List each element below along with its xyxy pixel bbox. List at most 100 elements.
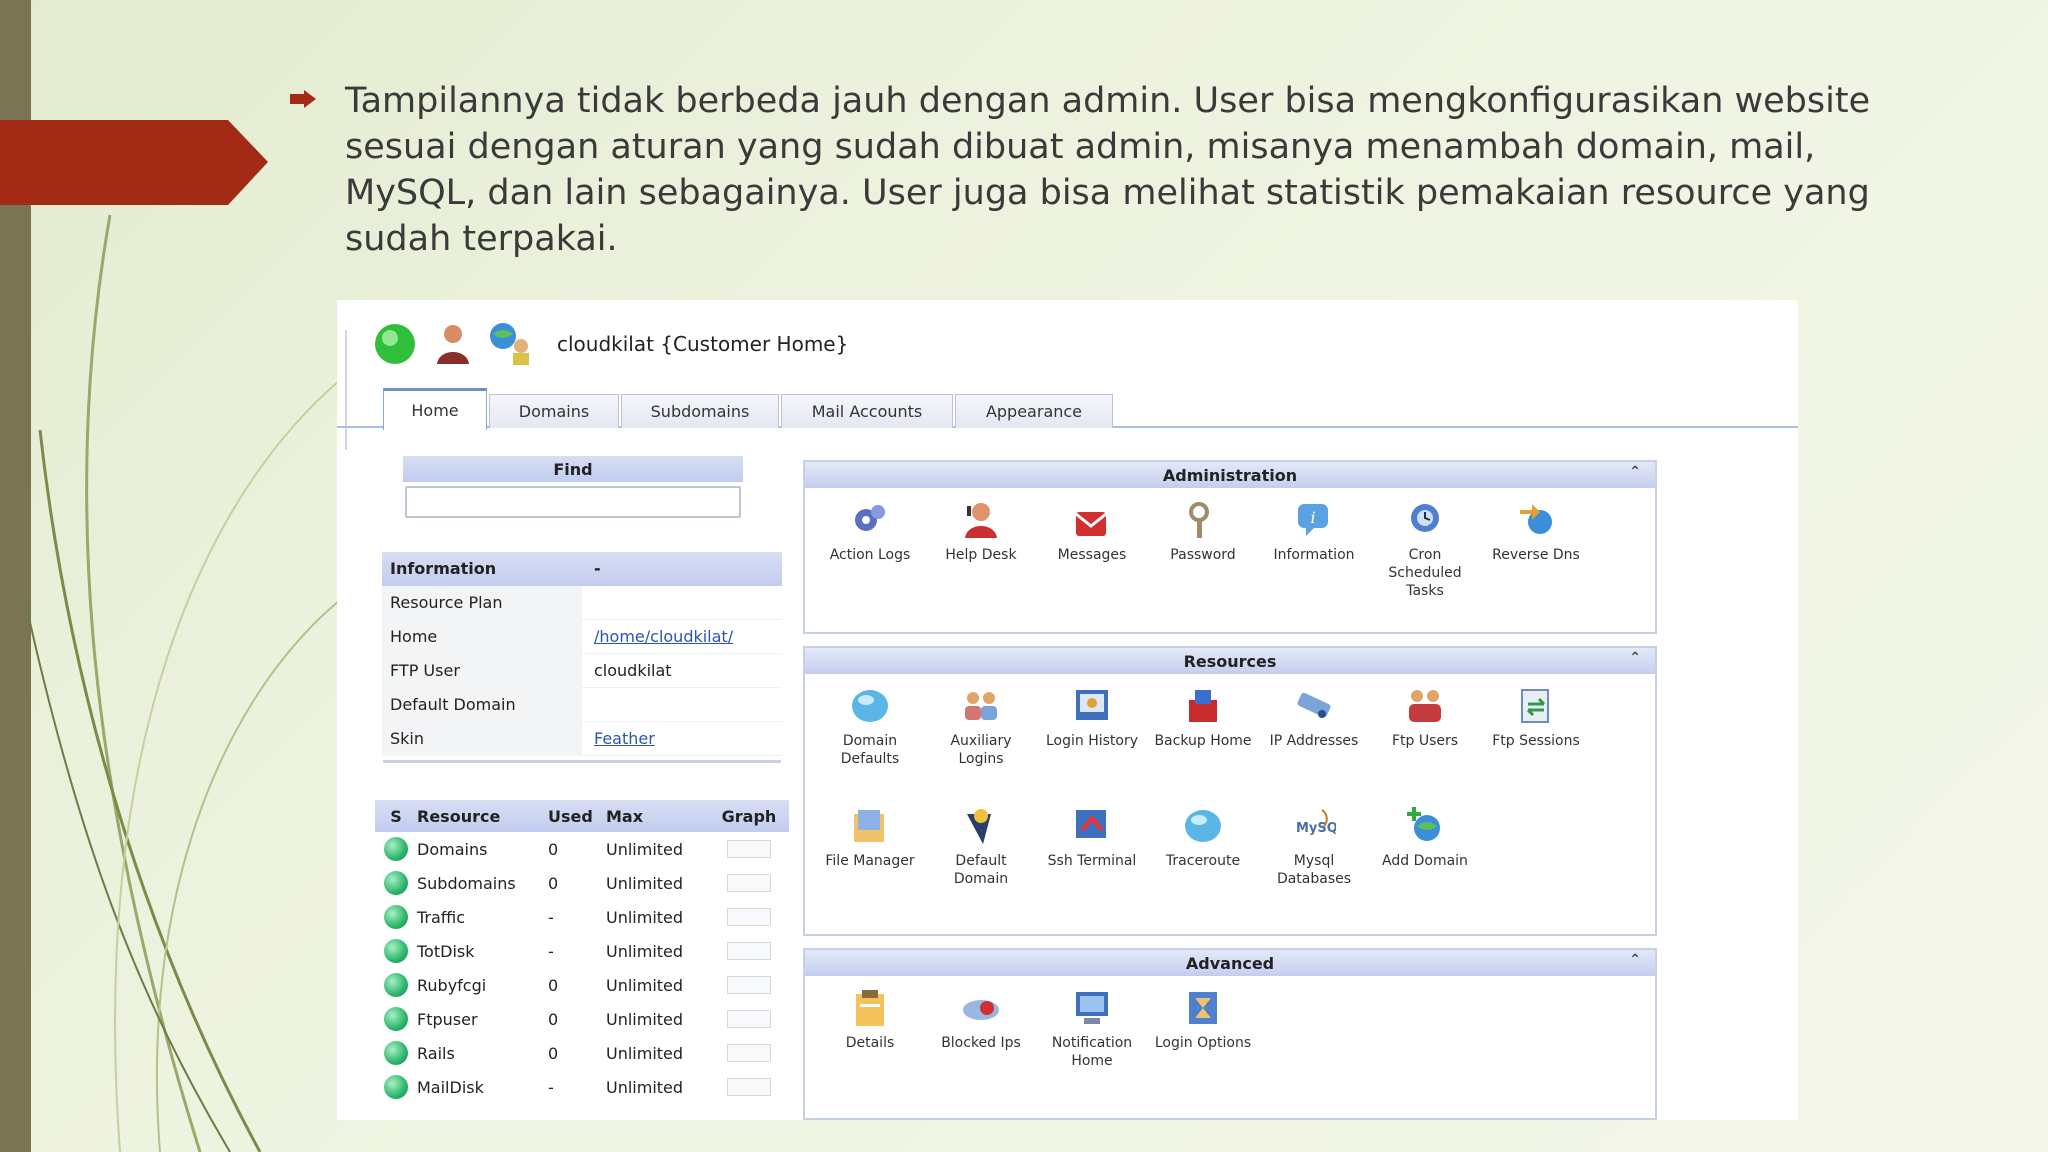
resource-name: Domains — [417, 839, 488, 859]
status-online-icon — [375, 324, 415, 364]
collapse-icon[interactable]: ⌃ — [1629, 464, 1641, 480]
shortcut-label: Ftp Sessions — [1492, 733, 1580, 749]
action-logs-shortcut[interactable]: Action Logs — [820, 498, 920, 564]
shortcut-label: Reverse Dns — [1492, 547, 1580, 563]
status-cell — [375, 1007, 417, 1031]
tab-domains[interactable]: Domains — [489, 394, 619, 428]
shortcut-label: Messages — [1057, 547, 1127, 563]
reverse-dns-icon — [1520, 504, 1552, 534]
app-title: cloudkilat {Customer Home} — [557, 332, 849, 356]
resource-name: Rubyfcgi — [417, 975, 487, 995]
ssh-terminal-shortcut[interactable]: Ssh Terminal — [1042, 804, 1142, 870]
default-domain-icon — [967, 809, 991, 844]
status-ok-icon — [384, 1007, 408, 1031]
resource-row: MailDisk - Unlimited — [375, 1070, 789, 1104]
ip-addresses-shortcut[interactable]: IP Addresses — [1264, 684, 1364, 750]
domain-defaults-shortcut[interactable]: Domain Defaults — [820, 684, 920, 768]
notification-home-shortcut[interactable]: Notification Home — [1042, 986, 1142, 1070]
resource-used: 0 — [548, 1043, 559, 1063]
shortcut-label: Traceroute — [1165, 853, 1241, 869]
traceroute-icon — [1185, 810, 1221, 842]
info-value — [582, 688, 782, 722]
tab-subdomains[interactable]: Subdomains — [621, 394, 779, 428]
collapse-icon[interactable]: ⌃ — [1629, 650, 1641, 666]
info-icon: i — [1298, 504, 1328, 536]
usage-graph-bar — [727, 1010, 771, 1028]
shortcut-label: Information — [1273, 547, 1355, 563]
mysql-databases-shortcut[interactable]: MySQL Mysql Databases — [1264, 804, 1364, 888]
red-arrow-shape — [0, 120, 268, 205]
resource-used: - — [548, 1077, 554, 1097]
administration-title: Administration — [1162, 465, 1298, 485]
reverse-dns-shortcut[interactable]: Reverse Dns — [1486, 498, 1586, 564]
col-header-graph: Graph — [721, 806, 777, 826]
add-domain-shortcut[interactable]: Add Domain — [1375, 804, 1475, 870]
status-ok-icon — [384, 905, 408, 929]
login-history-shortcut[interactable]: Login History — [1042, 684, 1142, 750]
help-desk-shortcut[interactable]: Help Desk — [931, 498, 1031, 564]
backup-home-shortcut[interactable]: Backup Home — [1153, 684, 1253, 750]
resource-max: Unlimited — [606, 1043, 684, 1063]
file-manager-shortcut[interactable]: File Manager — [820, 804, 920, 870]
usage-graph-bar — [727, 1044, 771, 1062]
tab-appearance[interactable]: Appearance — [955, 394, 1113, 428]
user-icon — [437, 325, 469, 364]
add-domain-icon — [1407, 807, 1440, 841]
shortcut-label: Backup Home — [1154, 733, 1252, 749]
shortcut-label: Default Domain — [953, 853, 1009, 887]
graph-cell — [709, 942, 789, 960]
ftp-sessions-icon — [1521, 689, 1549, 723]
terminal-icon — [1076, 810, 1106, 838]
users-icon — [965, 692, 997, 720]
resource-row: Traffic - Unlimited — [375, 900, 789, 934]
cron-scheduled-tasks-shortcut[interactable]: Cron Scheduled Tasks — [1375, 498, 1475, 600]
shortcut-label: Notification Home — [1051, 1035, 1133, 1069]
svg-text:i: i — [1310, 508, 1315, 527]
tab-mail-accounts[interactable]: Mail Accounts — [781, 394, 953, 428]
resource-used: - — [548, 907, 554, 927]
cron-icon — [1411, 504, 1439, 532]
shortcut-label: Ssh Terminal — [1047, 853, 1137, 869]
ftp-sessions-shortcut[interactable]: Ftp Sessions — [1486, 684, 1586, 750]
resource-name: Subdomains — [417, 873, 516, 893]
info-row: Resource Plan — [382, 585, 782, 620]
key-icon — [1189, 502, 1209, 538]
default-domain-shortcut[interactable]: Default Domain — [931, 804, 1031, 888]
usage-graph-bar — [727, 976, 771, 994]
info-row: Home /home/cloudkilat/ — [382, 619, 782, 654]
home-path-link[interactable]: /home/cloudkilat/ — [594, 627, 733, 646]
mysql-icon: MySQL — [1296, 809, 1336, 836]
information-shortcut[interactable]: i Information — [1264, 498, 1364, 564]
usage-graph-bar — [727, 1078, 771, 1096]
details-shortcut[interactable]: Details — [820, 986, 920, 1052]
shortcut-label: Mysql Databases — [1276, 853, 1352, 887]
status-ok-icon — [384, 837, 408, 861]
auxiliary-logins-shortcut[interactable]: Auxiliary Logins — [931, 684, 1031, 768]
info-key: Default Domain — [382, 687, 582, 722]
skin-link[interactable]: Feather — [594, 729, 655, 748]
shortcut-label: Password — [1170, 547, 1236, 563]
messages-shortcut[interactable]: Messages — [1042, 498, 1142, 564]
graph-cell — [709, 976, 789, 994]
info-value: Feather — [582, 722, 782, 756]
collapse-icon[interactable]: ⌃ — [1629, 952, 1641, 968]
tab-home[interactable]: Home — [383, 388, 487, 430]
shortcut-label: Login Options — [1154, 1035, 1252, 1051]
login-options-shortcut[interactable]: Login Options — [1153, 986, 1253, 1052]
usage-graph-bar — [727, 908, 771, 926]
resources-header: Resources ⌃ — [805, 648, 1655, 674]
usage-graph-bar — [727, 874, 771, 892]
password-shortcut[interactable]: Password — [1153, 498, 1253, 564]
control-panel-screenshot: cloudkilat {Customer Home} Home Domains … — [337, 300, 1798, 1120]
graph-cell — [709, 840, 789, 858]
blocked-ips-shortcut[interactable]: Blocked Ips — [931, 986, 1031, 1052]
info-header-key: Information — [382, 551, 582, 586]
find-input[interactable] — [405, 486, 741, 518]
traceroute-shortcut[interactable]: Traceroute — [1153, 804, 1253, 870]
resource-usage-table: S Resource Used Max Graph Domains 0 Unlimi… — [375, 800, 789, 1104]
ftp-users-shortcut[interactable]: Ftp Users — [1375, 684, 1475, 750]
info-row: Skin Feather — [382, 721, 782, 756]
status-ok-icon — [384, 939, 408, 963]
resource-name: MailDisk — [417, 1077, 484, 1097]
col-header-resource: Resource — [417, 806, 501, 826]
